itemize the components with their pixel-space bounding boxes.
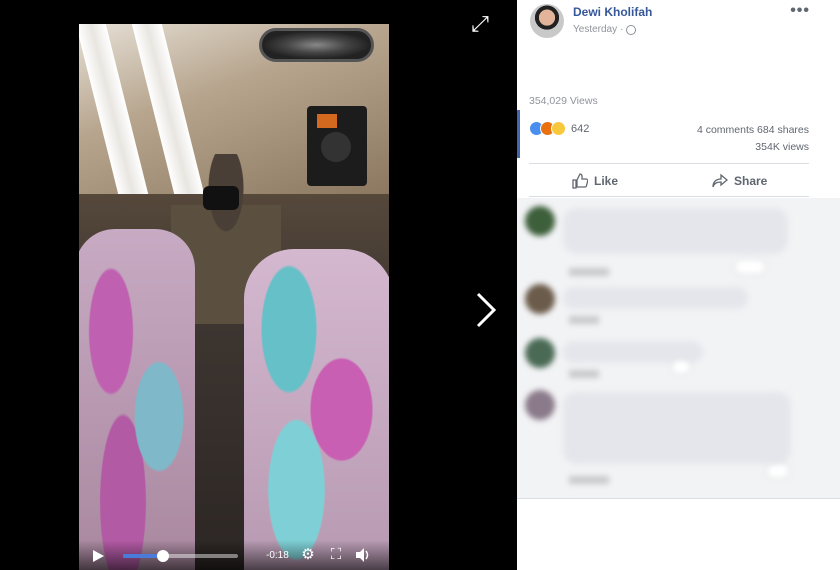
views-short-link[interactable]: 354K views: [755, 141, 809, 153]
comments-count-link[interactable]: 4 comments: [697, 124, 754, 136]
video-scene-mask: [203, 186, 239, 210]
commenter-avatar[interactable]: [525, 206, 555, 236]
volume-icon[interactable]: [355, 547, 371, 563]
comment-reactions[interactable]: [672, 360, 690, 374]
divider: [517, 498, 840, 499]
settings-gear-icon[interactable]: ⚙: [300, 547, 316, 563]
video-time-remaining: -0:18: [266, 550, 289, 561]
comment-bubble: [563, 287, 748, 309]
author-avatar[interactable]: [530, 4, 564, 38]
reaction-count: 642: [571, 122, 590, 135]
comments-section: [517, 198, 840, 498]
post-meta: Yesterday ·: [573, 24, 637, 35]
haha-reaction-icon: [551, 121, 566, 136]
video-scene-vent: [259, 28, 374, 62]
comment-meta: [569, 476, 609, 484]
globe-icon: [626, 24, 637, 35]
commenter-avatar[interactable]: [525, 338, 555, 368]
thumbs-up-icon: [572, 173, 588, 189]
like-button-label: Like: [594, 174, 619, 188]
focus-indicator: [517, 110, 520, 158]
shares-count-link[interactable]: 684 shares: [757, 124, 809, 136]
video-scene-seat: [79, 229, 195, 570]
like-button[interactable]: Like: [572, 170, 618, 192]
share-arrow-icon: [712, 173, 728, 188]
comment-reactions[interactable]: [767, 464, 789, 478]
commenter-avatar[interactable]: [525, 390, 555, 420]
video-progress-knob[interactable]: [157, 550, 170, 562]
comment-meta: [569, 370, 599, 378]
view-count: 354,029 Views: [529, 95, 598, 107]
comment-meta: [569, 268, 609, 276]
comment-reactions[interactable]: [735, 260, 765, 274]
post-timestamp[interactable]: Yesterday: [573, 24, 617, 35]
share-button-label: Share: [734, 174, 768, 188]
video-progress-bar[interactable]: [123, 550, 238, 562]
comment-bubble: [563, 392, 791, 464]
fullscreen-icon[interactable]: ⛶: [328, 547, 344, 563]
divider: [529, 163, 809, 164]
video-player[interactable]: [79, 24, 389, 570]
expand-icon[interactable]: ⤢: [468, 12, 492, 36]
video-scene-sticker: [317, 114, 337, 128]
post-panel: Dewi Kholifah Yesterday · ••• 354,029 Vi…: [517, 0, 840, 570]
engagement-stats: 4 comments 684 shares 354K views: [697, 122, 809, 156]
comment-meta: [569, 316, 599, 324]
share-button[interactable]: Share: [712, 170, 767, 192]
comment-bubble: [563, 208, 788, 254]
play-icon[interactable]: [91, 549, 105, 563]
commenter-avatar[interactable]: [525, 284, 555, 314]
video-scene-seat: [244, 249, 389, 570]
video-viewer: ⤢ -0:18 ⚙ ⛶: [0, 0, 517, 570]
author-name[interactable]: Dewi Kholifah: [573, 5, 652, 19]
reactions-summary[interactable]: 642: [529, 121, 589, 136]
chevron-right-icon[interactable]: [470, 290, 500, 330]
divider: [529, 196, 809, 197]
more-options-button[interactable]: •••: [790, 2, 810, 20]
video-scene-speaker: [307, 106, 367, 186]
video-controls: -0:18 ⚙ ⛶: [79, 540, 389, 570]
